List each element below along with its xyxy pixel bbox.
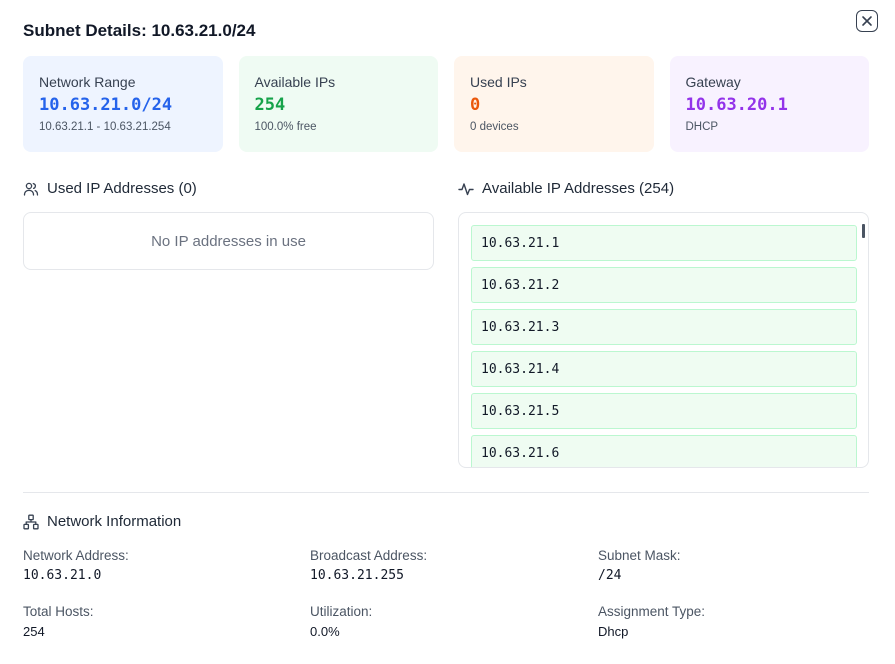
card-subtext: DHCP (685, 121, 719, 133)
empty-message: No IP addresses in use (151, 232, 306, 250)
available-ips-card: Available IPs 254 100.0% free (238, 56, 438, 152)
section-divider (23, 492, 869, 493)
close-button[interactable] (856, 10, 878, 32)
field-label: Broadcast Address: (310, 548, 428, 563)
field-label: Subnet Mask: (598, 548, 681, 563)
utilization-field: Utilization: 0.0% (310, 604, 372, 639)
section-title: Available IP Addresses (254) (482, 180, 675, 197)
users-icon (23, 182, 39, 196)
field-value: 10.63.21.255 (310, 568, 404, 583)
available-ip-item[interactable]: 10.63.21.6 (471, 435, 857, 467)
available-ip-item[interactable]: 10.63.21.5 (471, 393, 857, 429)
field-label: Network Address: (23, 548, 129, 563)
card-value: 10.63.21.0/24 (39, 95, 173, 115)
network-range-card: Network Range 10.63.21.0/24 10.63.21.1 -… (23, 56, 223, 152)
card-subtext: 0 devices (470, 121, 519, 133)
close-icon (862, 16, 872, 26)
gateway-card: Gateway 10.63.20.1 DHCP (669, 56, 869, 152)
card-label: Used IPs (470, 74, 527, 90)
card-value: 254 (254, 95, 286, 115)
used-ips-heading: Used IP Addresses (0) (23, 180, 197, 197)
activity-icon (458, 182, 474, 195)
available-ip-item[interactable]: 10.63.21.4 (471, 351, 857, 387)
used-ips-card: Used IPs 0 0 devices (454, 56, 654, 152)
field-value: 10.63.21.0 (23, 568, 102, 583)
field-label: Utilization: (310, 604, 373, 619)
field-value: Dhcp (598, 624, 629, 639)
section-title: Network Information (47, 513, 182, 530)
field-value: 254 (23, 624, 45, 639)
available-ip-item[interactable]: 10.63.21.3 (471, 309, 857, 345)
card-value: 0 (470, 95, 481, 115)
subnet-details-modal: Subnet Details: 10.63.21.0/24 Network Ra… (0, 0, 895, 664)
network-icon (23, 514, 39, 529)
used-ips-empty-state: No IP addresses in use (23, 212, 434, 270)
broadcast-address-field: Broadcast Address: 10.63.21.255 (310, 548, 427, 583)
card-value: 10.63.20.1 (685, 95, 788, 115)
available-ips-list[interactable]: 10.63.21.1 10.63.21.2 10.63.21.3 10.63.2… (458, 212, 869, 468)
card-label: Gateway (685, 74, 741, 90)
card-subtext: 100.0% free (254, 121, 317, 133)
field-label: Assignment Type: (598, 604, 706, 619)
available-ip-item[interactable]: 10.63.21.1 (471, 225, 857, 261)
modal-title: Subnet Details: 10.63.21.0/24 (23, 21, 256, 40)
field-value: /24 (598, 568, 622, 583)
section-title: Used IP Addresses (0) (47, 180, 197, 197)
field-label: Total Hosts: (23, 604, 94, 619)
field-value: 0.0% (310, 624, 340, 639)
network-info-heading: Network Information (23, 513, 181, 530)
total-hosts-field: Total Hosts: 254 (23, 604, 94, 639)
list-scrollbar[interactable] (862, 224, 865, 238)
network-address-field: Network Address: 10.63.21.0 (23, 548, 129, 583)
summary-cards: Network Range 10.63.21.0/24 10.63.21.1 -… (23, 56, 869, 152)
card-subtext: 10.63.21.1 - 10.63.21.254 (39, 121, 171, 133)
available-ip-item[interactable]: 10.63.21.2 (471, 267, 857, 303)
assignment-type-field: Assignment Type: Dhcp (598, 604, 705, 639)
available-ips-heading: Available IP Addresses (254) (458, 180, 674, 197)
card-label: Available IPs (254, 74, 336, 90)
card-label: Network Range (39, 74, 136, 90)
subnet-mask-field: Subnet Mask: /24 (598, 548, 681, 583)
